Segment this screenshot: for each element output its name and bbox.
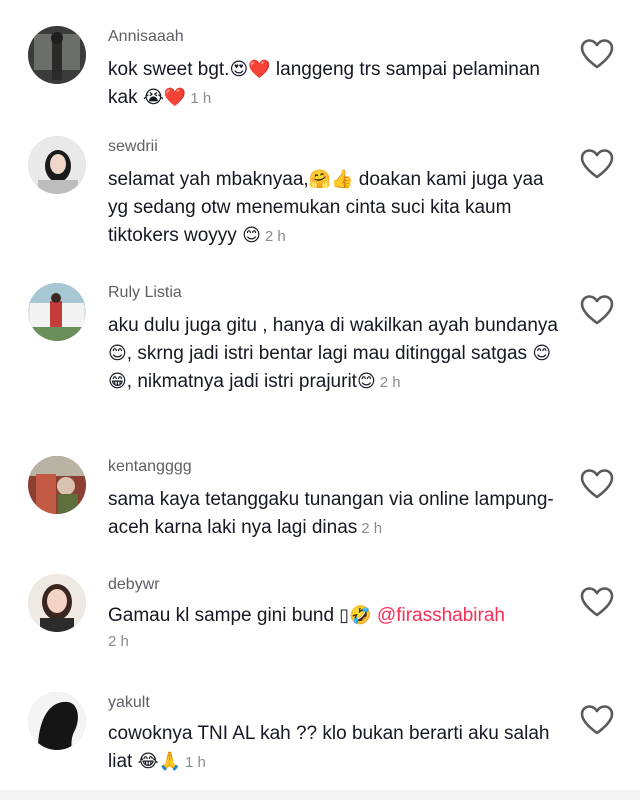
avatar[interactable] — [28, 136, 86, 194]
comment-text: aku dulu juga gitu , hanya di wakilkan a… — [108, 315, 558, 392]
comment-timestamp: 2 h — [264, 228, 286, 245]
comment-timestamp: 2 h — [379, 374, 401, 391]
comment-text: cowoknya TNI AL kah ?? klo bukan berarti… — [108, 723, 550, 772]
like-heart-icon[interactable] — [580, 704, 614, 736]
avatar[interactable] — [28, 456, 86, 514]
comment-timestamp: 2 h — [108, 633, 129, 650]
avatar[interactable] — [28, 26, 86, 84]
comment-text: selamat yah mbaknyaa,🤗👍 doakan kami juga… — [108, 169, 544, 246]
bottom-divider — [0, 790, 640, 800]
comment-timestamp: 2 h — [361, 520, 383, 537]
comment-text: sama kaya tetanggaku tunangan via online… — [108, 489, 554, 538]
like-heart-icon[interactable] — [580, 586, 614, 618]
comment-text: Gamau kl sampe gini bund ▯🤣 @firasshabir… — [108, 602, 558, 654]
like-heart-icon[interactable] — [580, 38, 614, 70]
like-heart-icon[interactable] — [580, 468, 614, 500]
comment-timestamp: 1 h — [185, 754, 206, 771]
comment-username[interactable]: Ruly Listia — [108, 284, 182, 302]
comment-username[interactable]: debywr — [108, 576, 160, 594]
avatar[interactable] — [28, 692, 86, 750]
comment-text: kok sweet bgt.😍❤️ langgeng trs sampai pe… — [108, 59, 540, 108]
comment-username[interactable]: Annisaaah — [108, 28, 184, 46]
like-heart-icon[interactable] — [580, 148, 614, 180]
comment-username[interactable]: yakult — [108, 694, 150, 712]
comment-username[interactable]: sewdrii — [108, 138, 158, 156]
mention-link[interactable]: @firasshabirah — [377, 605, 505, 626]
avatar[interactable] — [28, 283, 86, 341]
avatar[interactable] — [28, 574, 86, 632]
comment-username[interactable]: kentangggg — [108, 458, 192, 476]
like-heart-icon[interactable] — [580, 294, 614, 326]
comment-timestamp: 1 h — [190, 90, 212, 107]
